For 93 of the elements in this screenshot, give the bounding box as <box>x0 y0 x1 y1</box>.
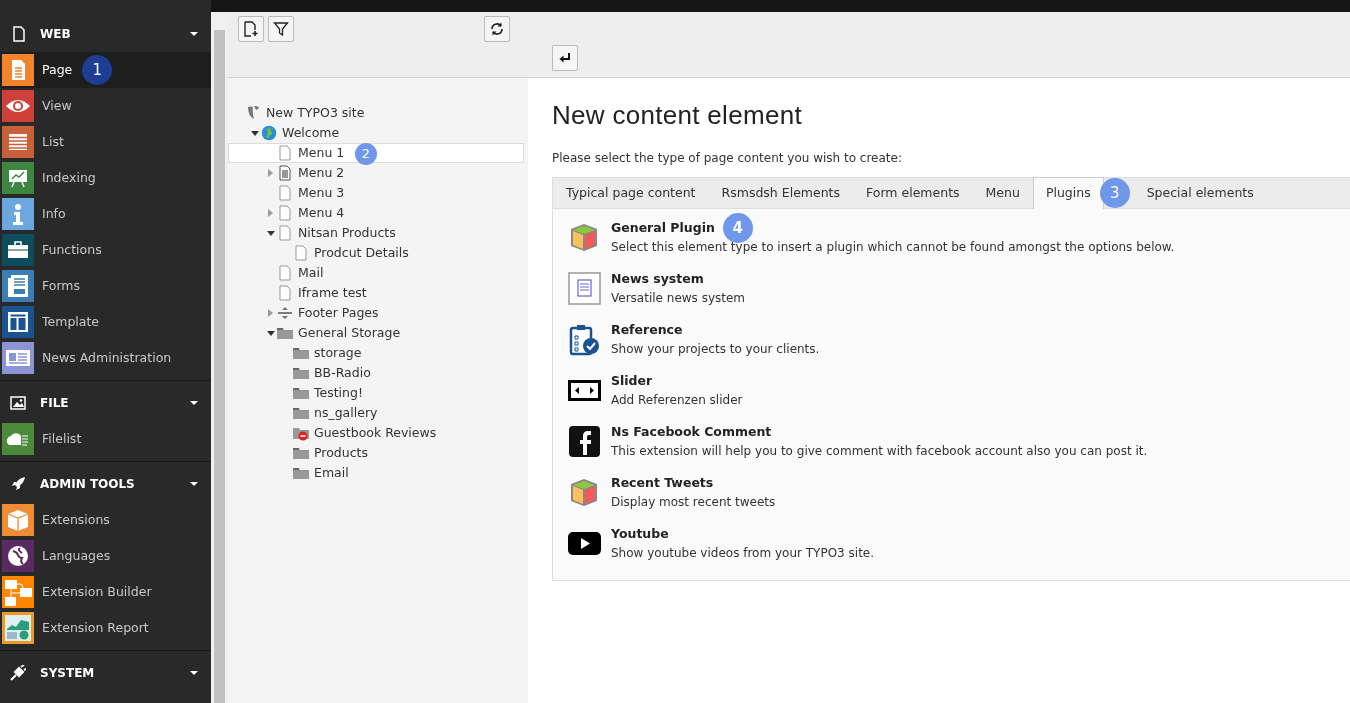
section-title[interactable]: FILE <box>40 394 189 412</box>
tree-item[interactable]: Nitsan Products <box>228 223 524 243</box>
plugin-title[interactable]: General Plugin <box>611 219 715 238</box>
new-page-icon <box>243 21 259 37</box>
image-icon <box>10 395 26 411</box>
plugin-title[interactable]: Slider <box>611 372 653 391</box>
sidebar-item[interactable]: Forms <box>0 268 211 304</box>
tab[interactable]: Typical page content <box>553 177 709 209</box>
page-icon <box>293 245 309 261</box>
tab[interactable]: Special elements <box>1133 177 1267 209</box>
page-icon <box>277 225 293 241</box>
rocket-icon <box>10 476 26 492</box>
sidebar-item[interactable]: Info <box>0 196 211 232</box>
page-icon <box>277 265 293 281</box>
plugin-title[interactable]: Reference <box>611 321 683 340</box>
tree-item[interactable]: Footer Pages <box>228 303 524 323</box>
page-icon <box>277 205 293 221</box>
tree-item[interactable]: Products <box>228 443 524 463</box>
refresh-button[interactable] <box>484 16 510 42</box>
page-list-icon <box>277 165 293 181</box>
folder-icon <box>293 385 309 401</box>
plugin-title[interactable]: News system <box>611 270 704 289</box>
new-page-button[interactable] <box>238 16 264 42</box>
plug-icon <box>10 665 26 681</box>
section-title[interactable]: SYSTEM <box>40 664 189 682</box>
callout-badge: 1 <box>82 55 113 85</box>
sidebar-item[interactable]: News Administration <box>0 340 211 376</box>
sidebar-item[interactable]: Filelist <box>0 421 211 457</box>
plugin-title[interactable]: Recent Tweets <box>611 474 714 493</box>
refresh-icon <box>489 21 505 37</box>
sidebar-item[interactable]: Extensions <box>0 502 211 538</box>
sidebar-item[interactable]: Languages <box>0 538 211 574</box>
return-icon <box>558 51 572 65</box>
sidebar-item[interactable]: Extension Builder <box>0 574 211 610</box>
folder-icon <box>293 365 309 381</box>
document-icon <box>10 26 26 42</box>
plugin-title[interactable]: Ns Facebook Comment <box>611 423 772 442</box>
filter-button[interactable] <box>268 16 294 42</box>
tab[interactable]: Menu <box>972 177 1033 209</box>
scrollbar[interactable] <box>214 30 225 703</box>
tree-item[interactable]: Prodcut Details <box>228 243 524 263</box>
folder-icon <box>293 465 309 481</box>
sidebar-item[interactable]: View <box>0 88 211 124</box>
facebook-icon <box>568 425 601 459</box>
tab[interactable]: Rsmsdsh Elements <box>708 177 854 209</box>
spacer-icon <box>277 305 293 321</box>
logo-icon <box>245 105 261 121</box>
folder-icon <box>293 405 309 421</box>
tab[interactable]: Form elements <box>853 177 973 209</box>
folder-icon <box>293 445 309 461</box>
tree-item[interactable]: Menu 4 <box>228 203 524 223</box>
tree-item[interactable]: General Storage <box>228 323 524 343</box>
tree-item[interactable]: Email <box>228 463 524 483</box>
plugin-description: Show your projects to your clients. <box>611 340 820 358</box>
page-icon <box>277 185 293 201</box>
plugin-description: Show youtube videos from your TYPO3 site. <box>611 544 875 562</box>
section-title[interactable]: WEB <box>40 25 189 43</box>
tree-item[interactable]: Mail <box>228 263 524 283</box>
globe-icon <box>261 125 277 141</box>
tree-item[interactable]: Welcome <box>228 123 524 143</box>
page-icon <box>277 145 293 161</box>
tree-item[interactable]: ns_gallery <box>228 403 524 423</box>
tree-item[interactable]: BB-Radio <box>228 363 524 383</box>
return-button[interactable] <box>552 45 578 71</box>
tab[interactable]: Plugins <box>1032 177 1104 210</box>
document-icon <box>568 272 601 306</box>
tree-item[interactable]: Iframe test <box>228 283 524 303</box>
tree-item[interactable]: New TYPO3 site <box>228 103 524 123</box>
filter-icon <box>273 21 289 37</box>
plugin-title[interactable]: Youtube <box>611 525 669 544</box>
plugin-description: This extension will help you to give comment with facebook account also you can post it. <box>611 442 1148 460</box>
plugin-description: Display most recent tweets <box>611 493 776 511</box>
tree-item[interactable]: storage <box>228 343 524 363</box>
instruction-text: Please select the type of page content you wish to create: <box>552 150 903 168</box>
tree-item[interactable]: Menu 3 <box>228 183 524 203</box>
sidebar-item[interactable]: List <box>0 124 211 160</box>
folder-icon <box>293 345 309 361</box>
section-title[interactable]: ADMIN TOOLS <box>40 475 189 493</box>
plugin-description: Versatile news system <box>611 289 746 307</box>
tree-item[interactable]: Testing! <box>228 383 524 403</box>
sidebar-item[interactable]: Functions <box>0 232 211 268</box>
tree-item[interactable]: Menu 2 <box>228 163 524 183</box>
plugin-description: Add Referenzen slider <box>611 391 743 409</box>
sidebar-item[interactable]: Extension Report <box>0 610 211 646</box>
sidebar-item[interactable]: Indexing <box>0 160 211 196</box>
tree-item[interactable]: Guestbook Reviews <box>228 423 524 443</box>
sidebar-item[interactable]: Page 1 <box>0 52 211 88</box>
hidden-folder-icon <box>293 425 309 441</box>
page-title: New content element <box>552 100 803 132</box>
page-icon <box>277 285 293 301</box>
folder-icon <box>277 325 293 341</box>
sidebar-item[interactable]: Template <box>0 304 211 340</box>
clipboard-check-icon <box>568 323 601 357</box>
